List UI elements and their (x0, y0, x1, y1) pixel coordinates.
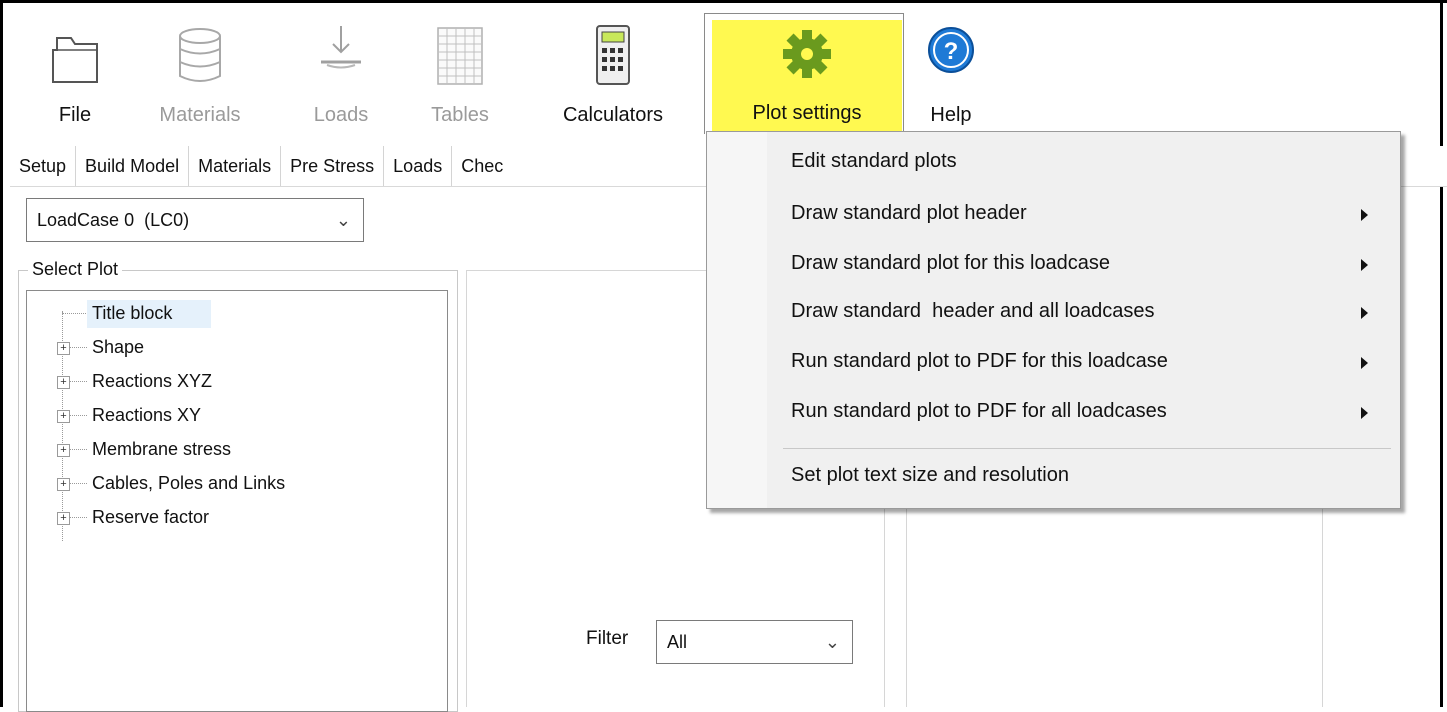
tree-item-reactions-xy[interactable]: + Reactions XY (27, 399, 447, 433)
loads-label: Loads (313, 104, 369, 126)
menu-separator (783, 448, 1391, 449)
tab-build-model[interactable]: Build Model (76, 146, 190, 186)
expand-icon[interactable]: + (57, 342, 70, 355)
submenu-arrow-icon (1361, 307, 1368, 319)
calculators-button[interactable]: Calculators (538, 0, 688, 146)
filter-select[interactable]: All ⌄ (656, 620, 853, 664)
expand-icon[interactable]: + (57, 512, 70, 525)
materials-label: Materials (159, 104, 241, 126)
menu-item-set-plot-text-size[interactable]: Set plot text size and resolution (791, 464, 1069, 487)
chevron-down-icon: ⌄ (824, 632, 840, 652)
tree-item-cables-poles-links[interactable]: + Cables, Poles and Links (27, 467, 447, 501)
panel-divider (1322, 506, 1323, 707)
tab-setup[interactable]: Setup (10, 146, 77, 186)
loadcase-select-value: LoadCase 0 (LC0) (37, 210, 190, 230)
tree-connector (69, 517, 87, 518)
loads-button[interactable]: Loads (298, 0, 384, 146)
select-plot-title: Select Plot (28, 259, 123, 280)
expand-icon[interactable]: + (57, 444, 70, 457)
tab-pre-stress[interactable]: Pre Stress (281, 146, 385, 186)
tab-loads[interactable]: Loads (384, 146, 453, 186)
expand-icon[interactable]: + (57, 376, 70, 389)
tree-connector (62, 313, 86, 314)
calculators-label: Calculators (562, 104, 664, 126)
menu-item-draw-header-all-loadcases[interactable]: Draw standard header and all loadcases (791, 300, 1155, 323)
frame-right (1440, 0, 1443, 707)
help-label: Help (930, 104, 972, 126)
filter-label: Filter (586, 628, 629, 649)
tables-button[interactable]: Tables (412, 0, 508, 146)
database-icon (179, 28, 221, 82)
menu-item-run-pdf-this-loadcase[interactable]: Run standard plot to PDF for this loadca… (791, 350, 1168, 373)
tree-item-reserve-factor[interactable]: + Reserve factor (27, 501, 447, 535)
table-grid-icon (437, 27, 483, 85)
file-button[interactable]: File (40, 0, 110, 146)
help-icon: ? (928, 27, 974, 73)
chevron-down-icon: ⌄ (335, 210, 351, 230)
tab-materials[interactable]: Materials (189, 146, 282, 186)
tree-connector (69, 415, 87, 416)
tree-item-reactions-xyz[interactable]: + Reactions XYZ (27, 365, 447, 399)
expand-icon[interactable]: + (57, 478, 70, 491)
calculator-icon (596, 25, 630, 85)
expand-icon[interactable]: + (57, 410, 70, 423)
panel-divider (466, 270, 467, 707)
tree-connector (69, 449, 87, 450)
tree-item-title-block[interactable]: Title block (27, 297, 447, 331)
file-label: File (58, 104, 92, 126)
submenu-arrow-icon (1361, 209, 1368, 221)
tree-item-membrane-stress[interactable]: + Membrane stress (27, 433, 447, 467)
help-button[interactable]: ? Help (916, 0, 986, 146)
tree-connector (69, 347, 87, 348)
submenu-arrow-icon (1361, 407, 1368, 419)
plot-settings-menu: Edit standard plots Draw standard plot h… (706, 131, 1401, 509)
filter-select-value: All (667, 632, 688, 652)
tree-connector (69, 483, 87, 484)
app-window: File Materials Loads Tables Calculators … (0, 0, 1447, 712)
tree-item-label: Shape (92, 337, 145, 357)
tree-item-label: Membrane stress (92, 439, 232, 459)
select-plot-tree: Title block + Shape + Reactions XYZ + Re… (26, 290, 448, 712)
tab-check[interactable]: Chec (452, 146, 512, 186)
svg-text:?: ? (944, 38, 959, 65)
tree-item-label: Reactions XYZ (92, 371, 213, 391)
gear-icon (783, 30, 831, 78)
tree-connector (69, 381, 87, 382)
submenu-arrow-icon (1361, 259, 1368, 271)
submenu-arrow-icon (1361, 357, 1368, 369)
tree-item-label: Reactions XY (92, 405, 202, 425)
tree-item-shape[interactable]: + Shape (27, 331, 447, 365)
load-arrow-icon (321, 26, 361, 69)
menu-icon-gutter (707, 132, 767, 508)
menu-item-draw-standard-plot-header[interactable]: Draw standard plot header (791, 202, 1027, 225)
plot-settings-label: Plot settings (752, 102, 862, 124)
frame-left (0, 0, 3, 707)
menu-item-edit-standard-plots[interactable]: Edit standard plots (791, 150, 957, 173)
menu-item-run-pdf-all-loadcases[interactable]: Run standard plot to PDF for all loadcas… (791, 400, 1167, 423)
tree-item-label: Cables, Poles and Links (92, 473, 286, 493)
folder-icon (52, 37, 98, 83)
menu-item-draw-plot-this-loadcase[interactable]: Draw standard plot for this loadcase (791, 252, 1110, 275)
tree-item-label: Title block (92, 303, 173, 323)
loadcase-select[interactable]: LoadCase 0 (LC0) ⌄ (26, 198, 364, 242)
plot-settings-button[interactable]: Plot settings (712, 20, 902, 140)
tables-label: Tables (431, 104, 489, 126)
materials-button[interactable]: Materials (140, 0, 260, 146)
tree-item-label: Reserve factor (92, 507, 210, 527)
